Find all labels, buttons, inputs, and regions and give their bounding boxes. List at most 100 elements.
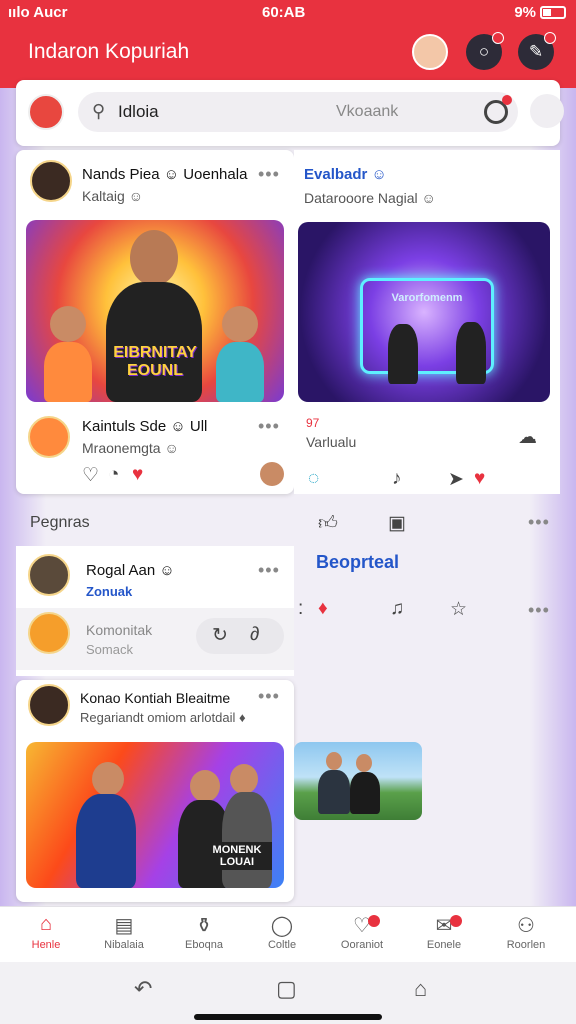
inbox-icon[interactable]: ▣ <box>388 512 406 535</box>
cartoon-head <box>222 306 258 342</box>
notification-badge <box>368 915 380 927</box>
bag-icon: ⚱ <box>195 915 213 937</box>
nav-label: Eonele <box>426 939 462 951</box>
author-name[interactable]: Beoprteal <box>316 552 399 573</box>
post-subtitle: Datarooore Nagial ☺ <box>304 190 436 206</box>
person-head <box>230 764 258 794</box>
cartoon-figure <box>44 342 92 402</box>
search-icon: ⚲ <box>92 101 106 121</box>
search-input[interactable]: Idloia <box>118 102 159 122</box>
nav-activity[interactable]: ♡ Ooraniot <box>326 913 398 951</box>
nav-circle[interactable]: ◯ Coltle <box>246 913 318 951</box>
like-icon[interactable]: ♡ <box>82 464 99 487</box>
author-name[interactable]: Nands Piea ☺ Uoenhala <box>82 166 247 183</box>
author-avatar[interactable] <box>30 160 72 202</box>
bottom-nav: ⌂ Henle ▤ Nibalaia ⚱ Eboqna ◯ Coltle ♡ O… <box>0 906 576 962</box>
send-icon[interactable]: ➤ <box>448 468 464 491</box>
nav-label: Ooraniot <box>340 939 384 951</box>
share-icon[interactable]: ◌ <box>308 468 319 490</box>
circle-icon: ◯ <box>270 915 294 937</box>
author-name[interactable]: Evalbadr ☺ <box>304 166 387 183</box>
like-icon[interactable]: 👍︎ <box>318 512 338 535</box>
person-name[interactable]: Komonitak <box>86 622 152 638</box>
home-button-icon[interactable]: ▢ <box>276 976 297 1002</box>
profile-avatar[interactable] <box>412 34 448 70</box>
drag-handle-icon[interactable]: : <box>298 598 303 620</box>
notification-badge <box>450 915 462 927</box>
person-avatar[interactable] <box>28 554 70 596</box>
post-image[interactable]: ЕIBRNITAY EOUNL <box>26 220 284 402</box>
person-head <box>190 770 220 802</box>
nav-mail[interactable]: ✉ Eonele <box>408 913 480 951</box>
battery-icon <box>540 6 566 19</box>
shirt-text: ЕIBRNITAY EOUNL <box>113 344 197 379</box>
back-icon[interactable]: ↶ <box>134 976 152 1002</box>
screen-text: Varorfomenm <box>391 292 463 304</box>
person-figure <box>456 322 486 384</box>
nav-home[interactable]: ⌂ Henle <box>10 913 82 951</box>
person-head <box>130 230 178 286</box>
nav-label: Eboqna <box>185 939 223 951</box>
recents-icon[interactable]: ⌂ <box>414 976 427 1002</box>
author-avatar[interactable] <box>28 684 70 726</box>
person-head <box>92 762 124 796</box>
comment-icon[interactable]: ◔ <box>108 464 119 486</box>
notifications-icon[interactable]: ○ <box>466 32 504 70</box>
refresh-icon[interactable]: ↻ <box>212 624 228 647</box>
music-icon[interactable]: ♪ <box>392 468 402 490</box>
nav-label: Henle <box>31 939 61 951</box>
search-bar[interactable]: ⚲ Idloia Vkoaank <box>78 92 518 132</box>
post-image[interactable]: MONENK LOUAI <box>26 742 284 888</box>
app-title: Indaron Kopuriah <box>28 40 190 63</box>
music-icon[interactable]: ♫ <box>390 598 404 620</box>
post-card: Evalbadr ☺ Datarooore Nagial ☺ Varorfome… <box>294 150 560 494</box>
author-avatar[interactable] <box>28 416 70 458</box>
link-icon[interactable]: ∂ <box>250 624 259 646</box>
more-options-icon[interactable]: ••• <box>528 512 550 533</box>
post-caption: Varlualu <box>306 434 357 450</box>
post-subtitle: Regariandt omiom arlotdail ♦ <box>80 710 246 725</box>
person-figure <box>76 794 136 888</box>
author-name[interactable]: Konao Kontiah Bleaitme <box>80 690 230 706</box>
chat-icon[interactable]: ☁ <box>518 426 537 449</box>
nav-label: Coltle <box>267 939 297 951</box>
nav-profile[interactable]: ⚇ Roorlen <box>490 913 562 951</box>
author-name[interactable]: Kaintuls Sde ☺ Ull <box>82 418 207 435</box>
camera-icon[interactable] <box>484 95 512 124</box>
more-options-icon[interactable]: ••• <box>258 686 280 707</box>
person-name[interactable]: Rogal Aan ☺ <box>86 562 175 579</box>
heart-icon[interactable]: ♥ <box>474 468 485 490</box>
post-image[interactable]: Varorfomenm <box>298 222 550 402</box>
user-icon: ⚇ <box>517 915 535 937</box>
messages-icon[interactable]: ✎ <box>518 32 556 70</box>
person-subtitle: Somack <box>86 642 133 657</box>
person-subtitle: Zonuak <box>86 584 133 599</box>
person-figure <box>388 324 418 384</box>
more-options-icon[interactable]: ••• <box>258 164 280 185</box>
status-bar: ıılo Aucr 60:AB 9% <box>0 0 576 26</box>
person-figure <box>106 282 202 402</box>
mail-icon: ✉ <box>435 915 453 937</box>
star-icon[interactable]: ☆ <box>450 598 467 621</box>
battery-percent: 9% <box>514 4 536 21</box>
section-title: Pegnras <box>30 514 90 531</box>
action-pill[interactable]: ↻ ∂ <box>196 618 284 654</box>
more-options-icon[interactable]: ••• <box>258 416 280 437</box>
small-avatar[interactable] <box>260 462 284 486</box>
person-avatar[interactable] <box>28 612 70 654</box>
post-count: 97 <box>306 416 320 430</box>
more-options-icon[interactable]: ••• <box>258 560 280 581</box>
user-avatar[interactable] <box>28 94 64 130</box>
person-figure <box>222 792 272 888</box>
home-indicator[interactable] <box>194 1014 382 1020</box>
more-options-icon[interactable]: ••• <box>528 600 550 621</box>
carrier-label: ıılo Aucr <box>8 4 68 21</box>
nav-shop[interactable]: ⚱ Eboqna <box>168 913 240 951</box>
tag-icon[interactable]: ♦ <box>318 598 328 620</box>
heart-icon[interactable]: ♥ <box>132 464 143 486</box>
search-placeholder: Vkoaank <box>336 103 399 120</box>
post-image[interactable] <box>294 742 422 820</box>
more-circle-button[interactable] <box>530 94 564 128</box>
person-figure <box>318 770 350 814</box>
nav-library[interactable]: ▤ Nibalaia <box>88 913 160 951</box>
